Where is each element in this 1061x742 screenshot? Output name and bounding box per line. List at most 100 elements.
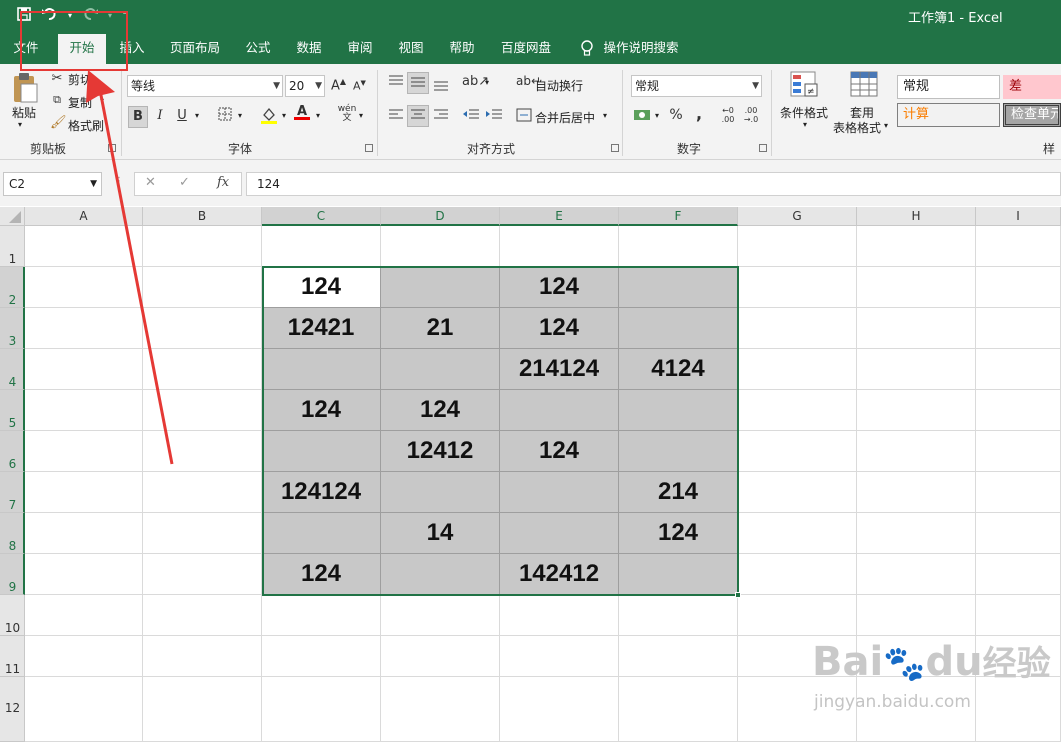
chevron-down-icon[interactable]: ▾ [485, 78, 489, 87]
empty-cell[interactable] [25, 308, 143, 349]
table-cell[interactable] [262, 349, 381, 390]
table-cell[interactable] [381, 554, 500, 595]
table-cell[interactable] [619, 431, 738, 472]
drag-handle-icon[interactable]: ⋮ [114, 176, 124, 187]
table-cell[interactable]: 124124 [262, 472, 381, 513]
align-top-icon[interactable] [386, 74, 406, 92]
empty-cell[interactable] [976, 431, 1061, 472]
column-header-h[interactable]: H [857, 207, 976, 226]
empty-cell[interactable] [25, 390, 143, 431]
empty-cell[interactable] [738, 554, 857, 595]
cancel-icon[interactable]: ✕ [145, 175, 156, 190]
empty-cell[interactable] [25, 554, 143, 595]
table-cell[interactable]: 12412 [381, 431, 500, 472]
tab-help[interactable]: 帮助 [447, 34, 477, 64]
empty-cell[interactable] [976, 267, 1061, 308]
table-cell[interactable]: 124 [619, 513, 738, 554]
column-header-i[interactable]: I [976, 207, 1061, 226]
empty-cell[interactable] [500, 595, 619, 636]
table-cell[interactable] [500, 472, 619, 513]
table-cell[interactable]: 214124 [500, 349, 619, 390]
decrease-decimal-icon[interactable]: .00 →.0 [741, 106, 761, 124]
row-header-2[interactable]: 2 [0, 267, 25, 308]
style-check-cell[interactable]: 检查单元 [1003, 103, 1061, 127]
empty-cell[interactable] [738, 349, 857, 390]
row-header-7[interactable]: 7 [0, 472, 25, 513]
increase-font-icon[interactable]: A▲ [331, 77, 346, 93]
row-header-4[interactable]: 4 [0, 349, 25, 390]
table-cell[interactable]: 124 [500, 308, 619, 349]
empty-cell[interactable] [143, 390, 262, 431]
table-cell[interactable]: 124 [262, 554, 381, 595]
empty-cell[interactable] [976, 595, 1061, 636]
format-as-table-label-2[interactable]: 表格格式 [833, 119, 881, 136]
empty-cell[interactable] [143, 431, 262, 472]
table-cell[interactable]: 12421 [262, 308, 381, 349]
table-cell[interactable]: 21 [381, 308, 500, 349]
empty-cell[interactable] [857, 554, 976, 595]
column-header-f[interactable]: F [619, 207, 738, 226]
chevron-down-icon[interactable]: ▾ [195, 111, 199, 120]
column-header-a[interactable]: A [25, 207, 143, 226]
table-cell[interactable]: 124 [262, 390, 381, 431]
table-cell[interactable] [619, 554, 738, 595]
clipboard-launcher-icon[interactable] [108, 144, 116, 152]
chevron-down-icon[interactable]: ▾ [282, 111, 286, 120]
table-cell[interactable]: 124 [381, 390, 500, 431]
empty-cell[interactable] [262, 636, 381, 677]
empty-cell[interactable] [143, 595, 262, 636]
empty-cell[interactable] [857, 226, 976, 267]
tab-baidu-netdisk[interactable]: 百度网盘 [498, 34, 554, 64]
empty-cell[interactable] [738, 267, 857, 308]
column-header-g[interactable]: G [738, 207, 857, 226]
column-header-e[interactable]: E [500, 207, 619, 226]
row-header-10[interactable]: 10 [0, 595, 25, 636]
empty-cell[interactable] [857, 431, 976, 472]
insert-function-button[interactable]: fx [217, 175, 229, 190]
empty-cell[interactable] [381, 636, 500, 677]
merge-center-button[interactable]: 合并后居中 [535, 109, 595, 126]
conditional-format-button[interactable]: 条件格式 [780, 104, 828, 121]
format-painter-icon[interactable]: 🖌 [50, 115, 67, 130]
align-right-icon[interactable] [431, 108, 451, 126]
chevron-down-icon[interactable]: ▾ [316, 111, 320, 120]
wrap-text-button[interactable]: 自动换行 [535, 77, 583, 94]
copy-icon[interactable]: ⧉ [50, 93, 64, 107]
empty-cell[interactable] [857, 349, 976, 390]
font-launcher-icon[interactable] [365, 144, 373, 152]
table-cell[interactable]: 14 [381, 513, 500, 554]
empty-cell[interactable] [976, 513, 1061, 554]
style-normal[interactable]: 常规 [897, 75, 1000, 99]
column-header-c[interactable]: C [262, 207, 381, 226]
empty-cell[interactable] [857, 472, 976, 513]
empty-cell[interactable] [857, 595, 976, 636]
active-cell[interactable]: 124 [262, 267, 381, 308]
font-name-select[interactable]: 等线 ▼ [127, 75, 283, 97]
row-header-11[interactable]: 11 [0, 636, 25, 677]
empty-cell[interactable] [500, 636, 619, 677]
empty-cell[interactable] [143, 267, 262, 308]
chevron-down-icon[interactable]: ▾ [238, 111, 242, 120]
empty-cell[interactable] [738, 431, 857, 472]
tab-view[interactable]: 视图 [396, 34, 426, 64]
table-cell[interactable] [619, 308, 738, 349]
row-header-12[interactable]: 12 [0, 677, 25, 742]
increase-decimal-icon[interactable]: ←0.00 [718, 106, 738, 124]
table-cell[interactable]: 124 [500, 267, 619, 308]
decrease-indent-icon[interactable] [461, 108, 481, 126]
style-bad[interactable]: 差 [1003, 75, 1061, 99]
empty-cell[interactable] [381, 595, 500, 636]
chevron-down-icon[interactable]: ▾ [100, 96, 104, 105]
align-middle-icon[interactable] [407, 72, 429, 94]
name-box[interactable]: C2 ▼ [3, 172, 102, 196]
conditional-format-icon[interactable]: ≠ [788, 70, 820, 104]
row-header-8[interactable]: 8 [0, 513, 25, 554]
empty-cell[interactable] [976, 677, 1061, 742]
empty-cell[interactable] [619, 595, 738, 636]
table-cell[interactable]: 142412 [500, 554, 619, 595]
decrease-font-icon[interactable]: A▼ [353, 79, 366, 93]
row-header-3[interactable]: 3 [0, 308, 25, 349]
empty-cell[interactable] [143, 677, 262, 742]
table-cell[interactable]: 214 [619, 472, 738, 513]
wrap-text-icon[interactable]: ab↵ [516, 74, 541, 88]
